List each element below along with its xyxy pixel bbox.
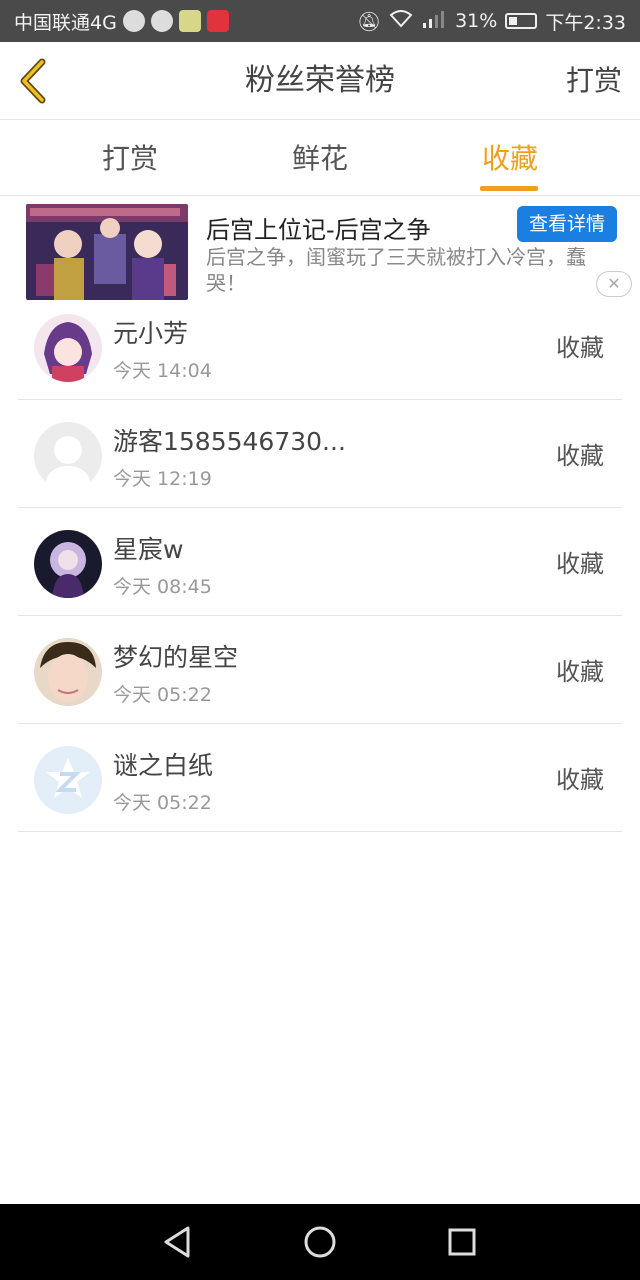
action-label: 收藏 (556, 766, 604, 794)
list-item[interactable]: 谜之白纸 今天 05:22 收藏 (18, 724, 622, 832)
user-name: 元小芳 (113, 319, 189, 348)
timestamp: 今天 05:22 (113, 684, 212, 706)
list-item[interactable]: 游客1585546730... 今天 12:19 收藏 (18, 400, 622, 508)
tab-reward[interactable]: 打赏 (60, 121, 200, 196)
clock: 下午2:33 (545, 11, 626, 34)
ad-image[interactable] (26, 204, 188, 300)
reward-button[interactable]: 打赏 (566, 42, 622, 120)
list-item[interactable]: 梦幻的星空 今天 05:22 收藏 (18, 616, 622, 724)
nav-back-button[interactable] (158, 1222, 198, 1262)
carrier-label: 中国联通4G (14, 11, 117, 34)
status-bar: 中国联通4G 🔕︎ 31% 下午2:33 (0, 0, 640, 42)
top-app-bar: 粉丝荣誉榜 打赏 (0, 42, 640, 120)
ad-title: 后宫上位记-后宫之争 (206, 216, 431, 244)
action-label: 收藏 (556, 550, 604, 578)
user-name: 游客1585546730... (113, 427, 346, 456)
timestamp: 今天 12:19 (113, 468, 212, 490)
battery-icon (505, 13, 538, 29)
nav-recents-button[interactable] (442, 1222, 482, 1262)
user-name: 谜之白纸 (113, 751, 214, 780)
fan-list: 元小芳 今天 14:04 收藏 游客1585546730... 今天 12:19… (18, 292, 622, 832)
user-name: 梦幻的星空 (113, 643, 239, 672)
signal-icon (421, 9, 447, 34)
tab-flowers[interactable]: 鲜花 (250, 121, 390, 196)
avatar[interactable] (34, 638, 102, 706)
avatar[interactable] (34, 422, 102, 490)
nav-home-button[interactable] (300, 1222, 340, 1262)
action-label: 收藏 (556, 334, 604, 362)
action-label: 收藏 (556, 658, 604, 686)
avatar[interactable] (34, 530, 102, 598)
app-badge-icon (206, 10, 229, 32)
timestamp: 今天 08:45 (113, 576, 212, 598)
app-notification-icon (178, 10, 201, 32)
timestamp: 今天 14:04 (113, 360, 212, 382)
battery-percent: 31% (455, 10, 498, 32)
avatar[interactable] (34, 314, 102, 382)
notification-icon (122, 10, 145, 32)
square-recents-icon (448, 1228, 476, 1256)
action-label: 收藏 (556, 442, 604, 470)
close-icon: ✕ (607, 274, 621, 293)
tab-favorites[interactable]: 收藏 (440, 121, 580, 196)
system-nav-bar (0, 1204, 640, 1280)
ad-description: 后宫之争，闺蜜玩了三天就被打入冷宫，蠢哭！ (206, 245, 586, 295)
page-title: 粉丝荣誉榜 (245, 63, 395, 98)
ad-details-button[interactable]: 查看详情 (517, 206, 617, 242)
list-item[interactable]: 星宸w 今天 08:45 收藏 (18, 508, 622, 616)
ad-banner[interactable]: 后宫上位记-后宫之争 查看详情 后宫之争，闺蜜玩了三天就被打入冷宫，蠢哭！ (0, 196, 640, 300)
tab-bar: 打赏 鲜花 收藏 (0, 121, 640, 196)
list-item[interactable]: 元小芳 今天 14:04 收藏 (18, 292, 622, 400)
timestamp: 今天 05:22 (113, 792, 212, 814)
active-tab-indicator (480, 186, 538, 191)
avatar[interactable] (34, 746, 102, 814)
user-name: 星宸w (113, 535, 184, 564)
wechat-icon (150, 10, 173, 32)
circle-home-icon (304, 1226, 336, 1258)
mute-icon: 🔕︎ (356, 10, 382, 33)
triangle-back-icon (164, 1226, 190, 1258)
wifi-icon (389, 9, 413, 33)
